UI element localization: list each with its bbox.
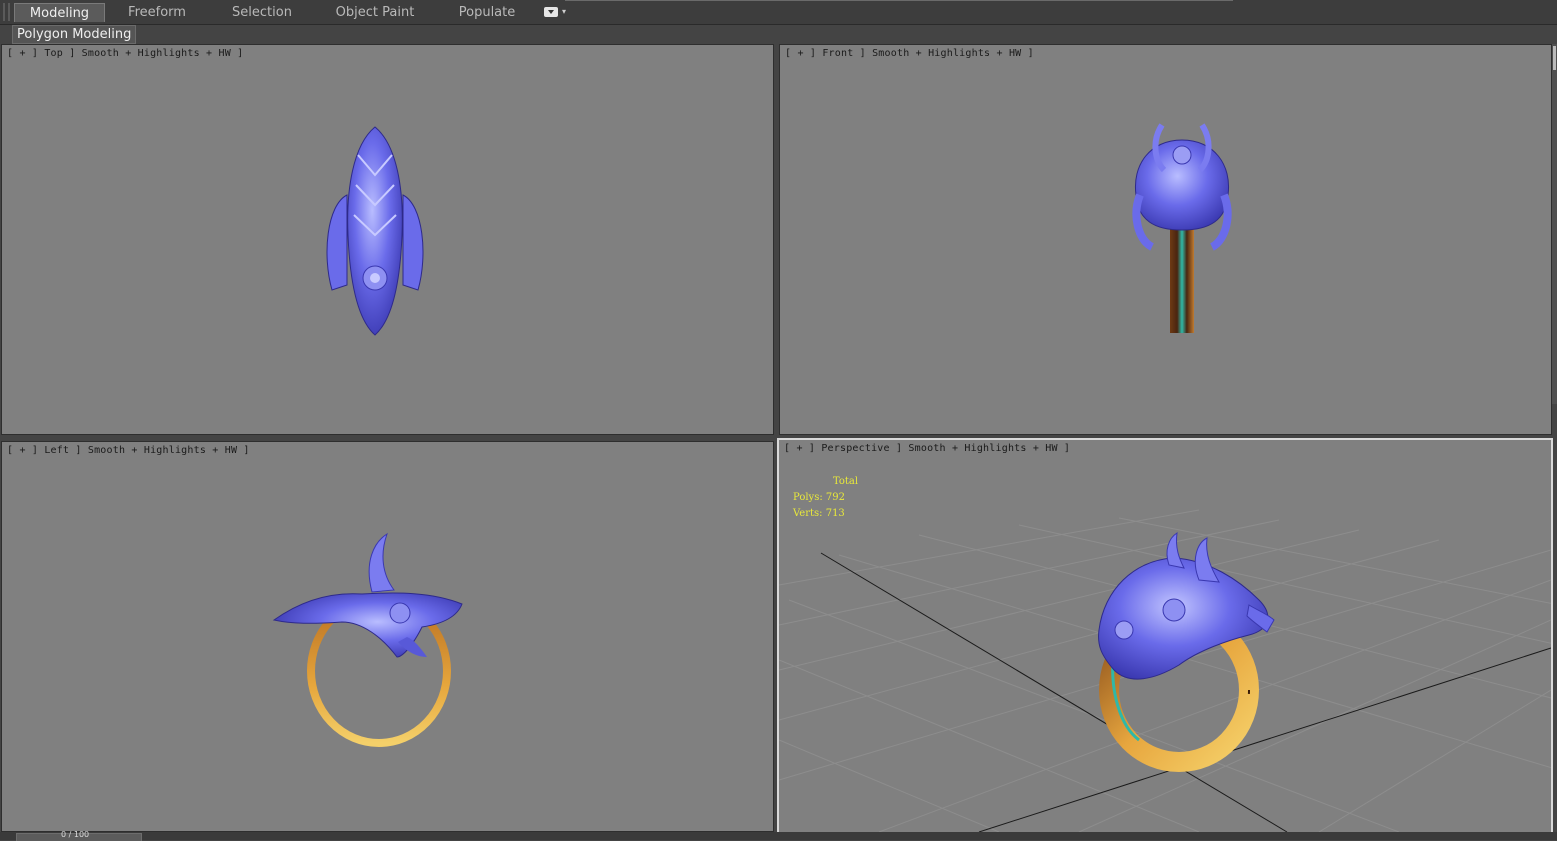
ribbon-divider — [565, 0, 1233, 1]
ribbon-grip[interactable] — [8, 3, 10, 21]
viewport-perspective[interactable]: [ + ] Perspective ] Smooth + Highlights … — [777, 438, 1553, 834]
tab-populate[interactable]: Populate — [452, 3, 522, 22]
viewport-top[interactable]: [ + ] Top ] Smooth + Highlights + HW ] — [1, 44, 774, 435]
ring-front-view — [1132, 123, 1232, 333]
chevron-down-icon[interactable]: ▾ — [562, 7, 566, 17]
tab-selection[interactable]: Selection — [224, 3, 300, 22]
ribbon-panel-bar: Polygon Modeling — [0, 25, 1557, 44]
polygon-modeling-panel[interactable]: Polygon Modeling — [12, 25, 137, 44]
tab-object-paint[interactable]: Object Paint — [330, 3, 420, 22]
time-slider-frame: 0 / 100 — [61, 830, 90, 839]
ribbon-options-icon[interactable] — [544, 7, 558, 17]
world-axis-y — [978, 647, 1551, 832]
right-scrollbar[interactable] — [1552, 44, 1557, 404]
ribbon: Modeling Freeform Selection Object Paint… — [0, 0, 1557, 25]
status-bar — [0, 832, 1557, 840]
perspective-scene — [779, 509, 1551, 832]
viewport-front[interactable]: [ + ] Front ] Smooth + Highlights + HW ] — [779, 44, 1552, 435]
tab-freeform[interactable]: Freeform — [120, 3, 194, 22]
ring-top-view — [326, 126, 424, 336]
ribbon-grip[interactable] — [3, 3, 5, 21]
tab-modeling[interactable]: Modeling — [14, 3, 105, 22]
ring-left-view — [272, 532, 463, 747]
viewport-left[interactable]: [ + ] Left ] Smooth + Highlights + HW ] — [1, 441, 774, 832]
